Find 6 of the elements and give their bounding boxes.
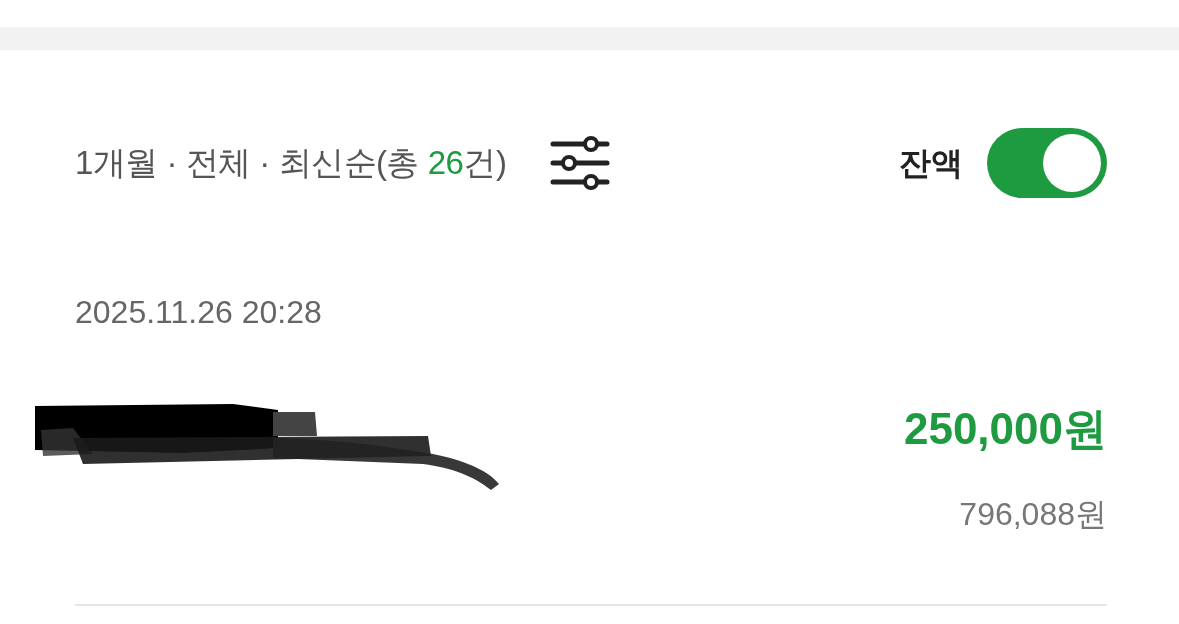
filter-settings-icon[interactable]: [550, 133, 611, 193]
balance-after: 796,088원: [959, 495, 1107, 534]
balance-label: 잔액: [899, 144, 963, 183]
transaction-datetime: 2025.11.26 20:28: [75, 293, 323, 332]
filter-summary: 1개월 · 전체 · 최신순(총 26건): [75, 143, 507, 184]
transaction-amount: 250,000원: [903, 404, 1107, 454]
